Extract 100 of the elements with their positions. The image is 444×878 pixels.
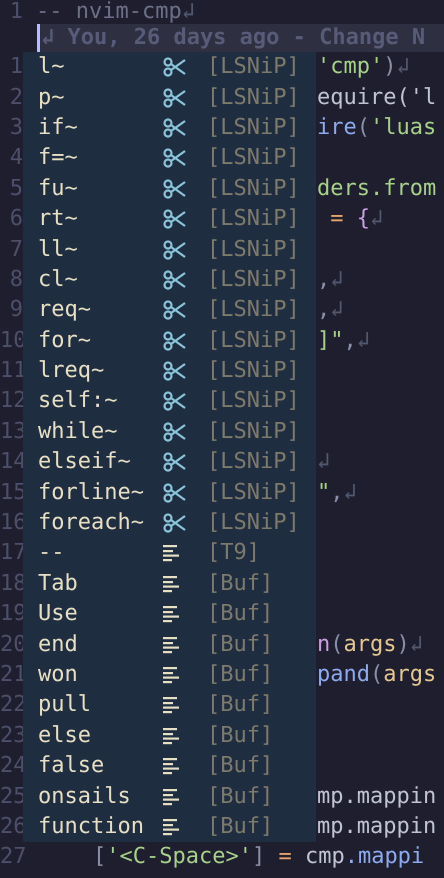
- completion-label: foreach~: [38, 512, 145, 534]
- text-lines-icon: [163, 726, 180, 745]
- scissors-icon: [163, 270, 187, 290]
- completion-label: f=~: [38, 147, 79, 170]
- source-label: [Buf]: [207, 755, 274, 778]
- completion-label: pull: [38, 694, 92, 716]
- source-label: [LSNiP]: [207, 420, 301, 443]
- source-label: [LSNiP]: [207, 268, 301, 291]
- completion-label: elseif~: [38, 451, 132, 474]
- line-number: 11: [0, 360, 23, 382]
- completion-item[interactable]: cl~ [LSNiP]: [23, 264, 316, 296]
- source-label: [Buf]: [207, 664, 274, 686]
- completion-item[interactable]: onsails [Buf]: [23, 781, 316, 812]
- completion-label: if~: [38, 116, 79, 139]
- code-text: ,↲: [317, 299, 344, 322]
- completion-item[interactable]: lreq~ [LSNiP]: [23, 356, 316, 386]
- scissors-icon: [163, 118, 187, 138]
- completion-label: onsails: [38, 786, 132, 808]
- source-label: [LSNiP]: [207, 299, 301, 322]
- completion-label: ll~: [38, 238, 79, 261]
- completion-item[interactable]: self:~ [LSNiP]: [23, 386, 316, 417]
- source-label: [Buf]: [207, 603, 274, 626]
- code-text: n(args)↲: [317, 634, 423, 656]
- line-number: 1: [8, 56, 23, 78]
- completion-item[interactable]: f=~ [LSNiP]: [23, 143, 316, 174]
- scissors-icon: [163, 88, 187, 108]
- source-label: [LSNiP]: [207, 512, 301, 534]
- completion-item[interactable]: function [Buf]: [23, 812, 316, 842]
- completion-label: fu~: [38, 178, 79, 200]
- completion-item[interactable]: forline~ [LSNiP]: [23, 477, 316, 508]
- completion-item[interactable]: for~ [LSNiP]: [23, 326, 316, 356]
- code-text: mp.mappin: [317, 786, 436, 808]
- scissors-icon: [163, 148, 187, 168]
- source-label: [Buf]: [207, 572, 274, 595]
- code-text: ",↲: [317, 482, 357, 504]
- scissors-icon: [163, 300, 187, 320]
- scissors-icon: [163, 330, 187, 351]
- completion-item[interactable]: elseif~ [LSNiP]: [23, 447, 316, 478]
- source-label: [Buf]: [207, 634, 274, 656]
- line-number: 5: [8, 178, 23, 200]
- completion-label: req~: [38, 299, 92, 322]
- completion-item[interactable]: while~ [LSNiP]: [23, 416, 316, 448]
- completion-label: false: [38, 755, 106, 778]
- completion-item[interactable]: l~ [LSNiP]: [23, 52, 316, 82]
- source-label: [LSNiP]: [207, 56, 301, 78]
- completion-item[interactable]: Use [Buf]: [23, 599, 316, 630]
- source-label: [LSNiP]: [207, 330, 301, 352]
- source-label: [Buf]: [207, 816, 274, 838]
- completion-label: else: [38, 724, 92, 747]
- text-lines-icon: [163, 757, 180, 776]
- code-text: = {↲: [329, 208, 384, 230]
- code-text: ire('luas: [317, 116, 436, 139]
- source-label: [LSNiP]: [207, 451, 301, 474]
- code-text: ders.from: [317, 178, 436, 200]
- completion-label: --: [38, 542, 66, 564]
- scissors-icon: [163, 422, 187, 442]
- scissors-icon: [163, 178, 187, 199]
- code-text: ↲: [317, 451, 330, 474]
- source-label: [LSNiP]: [207, 208, 301, 230]
- completion-item[interactable]: foreach~ [LSNiP]: [23, 508, 316, 538]
- completion-label: rt~: [38, 208, 79, 230]
- code-text: pand(args: [317, 664, 436, 686]
- text-lines-icon: [163, 818, 180, 836]
- completion-label: end: [38, 634, 79, 656]
- code-line: -- nvim-cmp↲: [36, 1, 195, 23]
- completion-item[interactable]: if~ [LSNiP]: [23, 112, 316, 144]
- source-label: [T9]: [207, 542, 261, 564]
- completion-item[interactable]: end [Buf]: [23, 629, 316, 660]
- completion-item[interactable]: fu~ [LSNiP]: [23, 174, 316, 204]
- line-number: 8: [8, 268, 23, 291]
- text-lines-icon: [163, 696, 180, 714]
- completion-item[interactable]: rt~ [LSNiP]: [23, 204, 316, 234]
- scissors-icon: [163, 209, 187, 230]
- source-label: [Buf]: [207, 694, 274, 716]
- line-number: 4: [8, 147, 23, 170]
- completion-item[interactable]: ll~ [LSNiP]: [23, 234, 316, 265]
- completion-label: forline~: [38, 482, 145, 504]
- line-number: 3: [8, 116, 23, 139]
- completion-label: function: [38, 816, 145, 838]
- source-label: [Buf]: [207, 724, 274, 747]
- completion-item[interactable]: -- [T9]: [23, 538, 316, 569]
- completion-item[interactable]: else [Buf]: [23, 720, 316, 751]
- completion-item[interactable]: Tab [Buf]: [23, 568, 316, 600]
- line-number: 7: [8, 238, 23, 261]
- line-number: 6: [8, 208, 23, 230]
- completion-label: for~: [38, 330, 92, 352]
- completion-item[interactable]: false [Buf]: [23, 750, 316, 782]
- text-lines-icon: [163, 544, 180, 562]
- completion-label: self:~: [38, 390, 118, 412]
- text-lines-icon: [163, 788, 180, 806]
- scissors-icon: [163, 361, 187, 382]
- completion-item[interactable]: pull [Buf]: [23, 690, 316, 721]
- code-text: 'cmp')↲: [317, 56, 410, 78]
- line-number: 9: [8, 299, 23, 322]
- code-text: equire('l: [317, 86, 436, 109]
- completion-label: Use: [38, 603, 79, 626]
- completion-item[interactable]: won [Buf]: [23, 660, 316, 690]
- completion-item[interactable]: req~ [LSNiP]: [23, 295, 316, 326]
- completion-item[interactable]: p~ [LSNiP]: [23, 82, 316, 113]
- scissors-icon: [163, 513, 187, 534]
